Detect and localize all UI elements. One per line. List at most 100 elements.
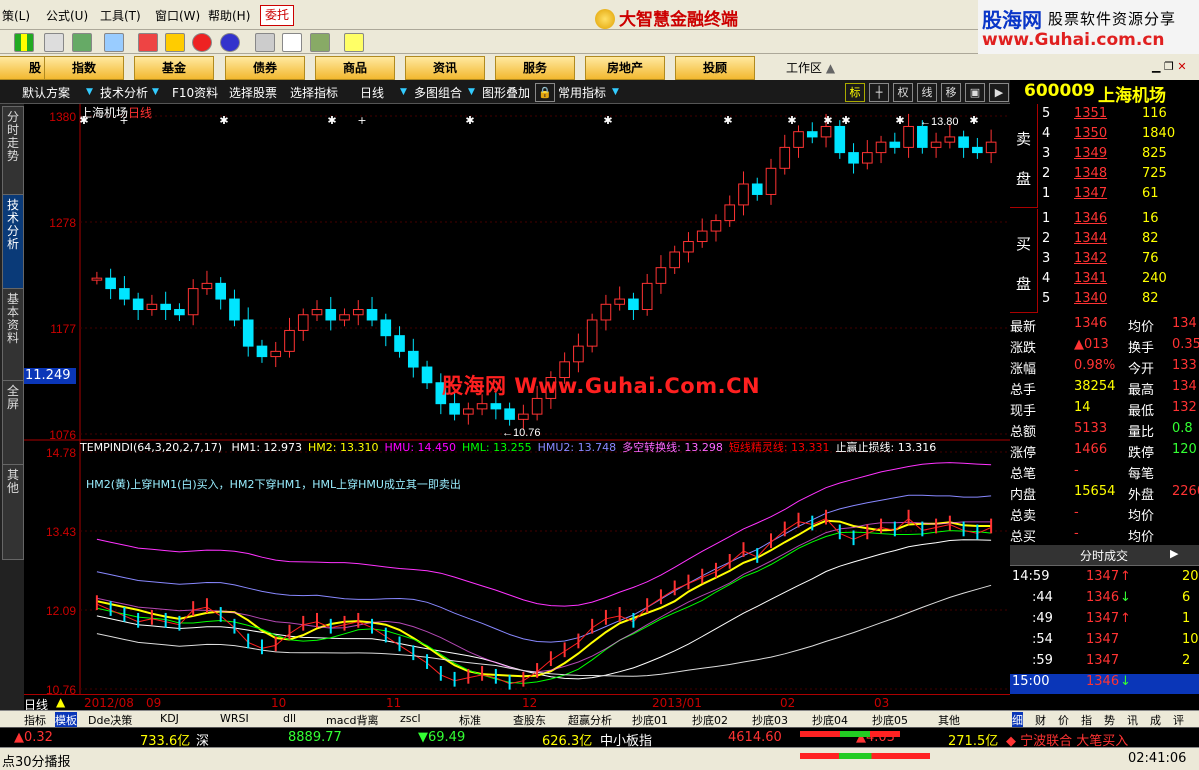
opt-f10[interactable]: F10资料 <box>172 84 218 101</box>
opt-multi-chart[interactable]: 多图组合 <box>414 84 462 101</box>
quote-row[interactable]: 内盘 15654 外盘 2260 <box>1010 484 1199 504</box>
quote-row[interactable]: 总手 38254 最高 134 <box>1010 379 1199 399</box>
dropdown-arrow-icon[interactable]: ▼ <box>612 87 619 97</box>
menu-window[interactable]: 窗口(W) <box>155 7 200 24</box>
right-tab[interactable]: 势 <box>1104 712 1115 728</box>
quote-row[interactable]: 4 1341 240 <box>1010 271 1199 291</box>
info-icon[interactable] <box>220 33 240 52</box>
right-tab[interactable]: 指 <box>1081 712 1092 728</box>
quote-row[interactable]: 1 1346 16 <box>1010 211 1199 231</box>
tab-technical[interactable]: 技术分析 <box>2 194 24 290</box>
dropdown-arrow-icon[interactable]: ▼ <box>152 87 159 97</box>
bottom-tab[interactable]: 其他 <box>938 712 960 728</box>
bottom-tab[interactable]: 抄底01 <box>632 712 668 728</box>
bottom-tab[interactable]: 查股东 <box>513 712 546 728</box>
bottom-tab[interactable]: 超赢分析 <box>568 712 612 728</box>
opt-common-indicators[interactable]: 常用指标 <box>558 84 606 101</box>
help-pointer-icon[interactable] <box>344 33 364 52</box>
minimize-icon[interactable]: ▁ <box>1152 60 1160 73</box>
opt-select-stock[interactable]: 选择股票 <box>229 84 277 101</box>
menu-formula[interactable]: 公式(U) <box>46 7 88 24</box>
bottom-tab[interactable]: macd背离 <box>326 712 379 728</box>
trade-row[interactable]: :49 1347 ↑ 1 <box>1010 611 1199 631</box>
quote-row[interactable]: 5 1351 116 <box>1010 106 1199 126</box>
nav-news[interactable]: 资讯 <box>405 56 485 80</box>
grid-icon[interactable] <box>44 33 64 52</box>
mark-button[interactable]: 标 <box>845 83 865 102</box>
square-icon[interactable]: ▣ <box>965 83 985 102</box>
nav-bond[interactable]: 债券 <box>225 56 305 80</box>
bottom-tab[interactable]: WRSI <box>220 712 249 725</box>
nav-realestate[interactable]: 房地产 <box>585 56 665 80</box>
right-tab[interactable]: 价 <box>1058 712 1069 728</box>
right-tab[interactable]: 成 <box>1150 712 1161 728</box>
workarea-label[interactable]: 工作区 ▲ <box>786 59 835 76</box>
lock-icon[interactable]: 🔒 <box>535 83 555 102</box>
quote-row[interactable]: 2 1344 82 <box>1010 231 1199 251</box>
record-icon[interactable] <box>192 33 212 52</box>
diamond-icon[interactable] <box>165 33 185 52</box>
bottom-tab[interactable]: 抄底05 <box>872 712 908 728</box>
bell-icon[interactable] <box>104 33 124 52</box>
opt-daily[interactable]: 日线 <box>360 84 384 101</box>
restore-icon[interactable]: ❐ <box>1164 60 1174 73</box>
bottom-tab[interactable]: 指标 <box>24 712 46 728</box>
tab-fundamental[interactable]: 基本资料 <box>2 288 24 384</box>
quote-row[interactable]: 总额 5133 量比 0.8 <box>1010 421 1199 441</box>
right-tab[interactable]: 讯 <box>1127 712 1138 728</box>
bottom-tab[interactable]: Dde决策 <box>88 712 132 728</box>
nav-commodity[interactable]: 商品 <box>315 56 395 80</box>
quote-row[interactable]: 涨跌 ▲013 换手 0.35 <box>1010 337 1199 357</box>
right-tab[interactable]: 细 <box>1012 712 1023 728</box>
trade-row[interactable]: :54 1347 100 <box>1010 632 1199 652</box>
tab-fullscreen[interactable]: 全屏 <box>2 380 24 466</box>
quote-row[interactable]: 5 1340 82 <box>1010 291 1199 311</box>
quote-row[interactable]: 涨停 1466 跌停 120 <box>1010 442 1199 462</box>
right-tab[interactable]: 评 <box>1173 712 1184 728</box>
opt-overlay[interactable]: 图形叠加 <box>482 84 530 101</box>
bottom-tab[interactable]: 抄底04 <box>812 712 848 728</box>
move-button[interactable]: 移 <box>941 83 961 102</box>
flag-icon[interactable] <box>14 33 34 52</box>
quote-row[interactable]: 涨幅 0.98% 今开 133 <box>1010 358 1199 378</box>
dropdown-arrow-icon[interactable]: ▼ <box>86 87 93 97</box>
bottom-tab[interactable]: 抄底02 <box>692 712 728 728</box>
trade-row[interactable]: :59 1347 2 <box>1010 653 1199 673</box>
window-icon[interactable] <box>282 33 302 52</box>
alert-icon[interactable] <box>138 33 158 52</box>
quote-row[interactable]: 现手 14 最低 132 <box>1010 400 1199 420</box>
nav-service[interactable]: 服务 <box>495 56 575 80</box>
quote-row[interactable]: 总买 - 均价 <box>1010 526 1199 546</box>
bottom-tab[interactable]: 抄底03 <box>752 712 788 728</box>
tab-intraday[interactable]: 分时走势 <box>2 106 24 196</box>
quote-row[interactable]: 总笔 - 每笔 <box>1010 463 1199 483</box>
play-icon[interactable]: ▶ <box>989 83 1009 102</box>
bottom-tab[interactable]: dll <box>283 712 296 725</box>
menu-tools[interactable]: 工具(T) <box>100 7 141 24</box>
dropdown-arrow-icon[interactable]: ▼ <box>400 87 407 97</box>
quote-row[interactable]: 总卖 - 均价 <box>1010 505 1199 525</box>
nav-fund[interactable]: 基金 <box>134 56 214 80</box>
menu-strategy[interactable]: 策(L) <box>2 7 30 24</box>
bottom-tab[interactable]: 模板 <box>55 712 77 728</box>
right-tab[interactable]: 财 <box>1035 712 1046 728</box>
nav-index[interactable]: 指数 <box>44 56 124 80</box>
quote-row[interactable]: 2 1348 725 <box>1010 166 1199 186</box>
bottom-tab[interactable]: 标准 <box>459 712 481 728</box>
printer-icon[interactable] <box>255 33 275 52</box>
opt-tech-analysis[interactable]: 技术分析 <box>100 84 148 101</box>
line-button[interactable]: 线 <box>917 83 937 102</box>
bottom-tab[interactable]: zscl <box>400 712 421 725</box>
menu-help[interactable]: 帮助(H) <box>208 7 250 24</box>
dropdown-arrow-icon[interactable]: ▼ <box>468 87 475 97</box>
close-icon[interactable]: ✕ <box>1177 60 1186 73</box>
crosshair-icon[interactable]: ┼ <box>869 83 889 102</box>
books-icon[interactable] <box>310 33 330 52</box>
trade-row[interactable]: :44 1346 ↓ 6 <box>1010 590 1199 610</box>
nav-advisor[interactable]: 投顾 <box>675 56 755 80</box>
weituo-button[interactable]: 委托 <box>260 5 295 26</box>
trade-row[interactable]: 15:00 1346 ↓ <box>1010 674 1199 694</box>
bottom-tab[interactable]: KDJ <box>160 712 179 725</box>
rights-button[interactable]: 权 <box>893 83 913 102</box>
quote-row[interactable]: 1 1347 61 <box>1010 186 1199 206</box>
